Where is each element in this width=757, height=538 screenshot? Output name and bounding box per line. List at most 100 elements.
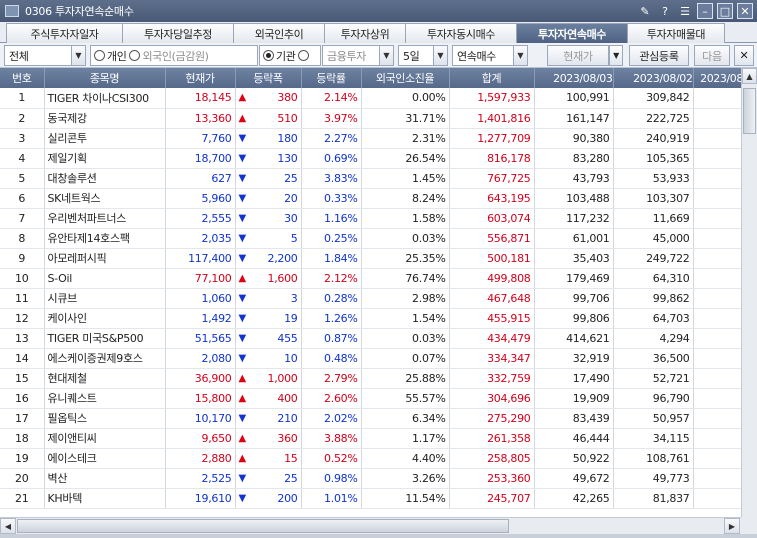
cell-date1: 43,793 [534,168,614,189]
tab-foreign-trend[interactable]: 외국인추이 [233,23,325,43]
change-value: 15 [284,451,298,465]
cell-rate: 0.98% [301,468,362,489]
pin-icon[interactable]: ✎ [637,3,653,19]
table-row[interactable]: 13 TIGER 미국S&P500 51,565 ▼ 455 0.87% 0.03% 434,… [0,328,741,349]
header-col-date1[interactable]: 2023/08/03 [534,68,614,88]
cell-total: 304,696 [449,388,535,409]
radio-institution[interactable] [263,50,274,61]
cell-no: 17 [0,408,45,429]
header-col-date2[interactable]: 2023/08/02 [613,68,694,88]
mode-select[interactable]: 연속매수 ▼ [452,45,528,66]
down-arrow-icon: ▼ [238,292,247,304]
down-arrow-icon: ▼ [238,212,247,224]
tab-investor-daily[interactable]: 주식투자자일자 [6,23,123,43]
tab-investor-today-estimate[interactable]: 투자자당일추정 [122,23,234,43]
cell-foreign-ratio: 8.24% [361,188,450,209]
change-value: 1,600 [267,271,298,285]
cell-date3: 31 [693,148,741,169]
cell-date3: 6 [693,428,741,449]
help-icon[interactable]: ? [657,3,673,19]
table-row[interactable]: 8 유안타제14호스팩 2,035 ▼ 5 0.25% 0.03% 556,871 61,001… [0,228,741,249]
tab-investor-volume-profile[interactable]: 투자자매물대 [627,23,725,43]
cell-total: 767,725 [449,168,535,189]
next-button[interactable]: 다음 [694,45,730,66]
institution-type-select[interactable]: 금융투자 ▼ [322,45,394,66]
table-row[interactable]: 21 KH바텍 19,610 ▼ 200 1.01% 11.54% 245,707 42,265… [0,488,741,509]
cell-change: ▲ 360 [235,428,302,449]
cell-rate: 3.83% [301,168,362,189]
scroll-right-icon[interactable]: ▶ [724,518,740,534]
cell-total: 332,759 [449,368,535,389]
cell-name: 유안타제14호스팩 [44,228,166,249]
table-row[interactable]: 1 TIGER 차이나CSI300 18,145 ▲ 380 2.14% 0.00% 1,59… [0,88,741,109]
table-row[interactable]: 10 S-Oil 77,100 ▲ 1,600 2.12% 76.74% 499,808 179… [0,268,741,289]
maximize-icon[interactable]: □ [717,3,733,19]
table-row[interactable]: 17 필옵틱스 10,170 ▼ 210 2.02% 6.34% 275,290 83,439 5… [0,408,741,429]
table-row[interactable]: 2 동국제강 13,360 ▲ 510 3.97% 31.71% 1,401,816 161,1… [0,108,741,129]
header-col-no[interactable]: 번호 [0,68,45,88]
tab-investor-consecutive-buy[interactable]: 투자자연속매수 [516,23,628,43]
cell-foreign-ratio: 1.54% [361,308,450,329]
header-col-name[interactable]: 종목명 [44,68,166,88]
close-icon[interactable]: ✕ [737,3,753,19]
cell-price: 2,035 [165,228,236,249]
table-row[interactable]: 5 대창솔루션 627 ▼ 25 3.83% 1.45% 767,725 43,793 53,93… [0,168,741,189]
cell-date3 [693,328,741,349]
minimize-icon[interactable]: – [697,3,713,19]
cell-total: 1,401,816 [449,108,535,129]
watchlist-add-button[interactable]: 관심등록 [629,45,689,66]
price-dropdown-button[interactable]: ▼ [609,45,623,66]
up-arrow-icon: ▲ [238,392,247,404]
table-row[interactable]: 20 벽산 2,525 ▼ 25 0.98% 3.26% 253,360 49,672 49,77… [0,468,741,489]
menu-icon[interactable]: ☰ [677,3,693,19]
cell-total: 245,707 [449,488,535,509]
radio-individual[interactable] [94,50,105,61]
table-row[interactable]: 9 아모레퍼시픽 117,400 ▼ 2,200 1.84% 25.35% 500,181 35… [0,248,741,269]
radio-foreign[interactable] [129,50,141,61]
vertical-scrollbar[interactable]: ▲ [741,68,757,517]
down-arrow-icon: ▼ [238,172,247,184]
header-col-rate[interactable]: 등락률 [301,68,362,88]
table-row[interactable]: 18 제이앤티씨 9,650 ▲ 360 3.88% 1.17% 261,358 46,444 3… [0,428,741,449]
tab-investor-top[interactable]: 투자자상위 [324,23,406,43]
cell-date3: 4 [693,208,741,229]
chevron-down-icon: ▼ [71,46,85,65]
cell-date3: 13 [693,188,741,209]
table-row[interactable]: 14 에스케이증권제9호스 2,080 ▼ 10 0.48% 0.07% 334,347 32,… [0,348,741,369]
cell-rate: 0.25% [301,228,362,249]
current-price-button[interactable]: 현재가 [547,45,609,66]
cell-name: 에스케이증권제9호스 [44,348,166,369]
header-col-total[interactable]: 합계 [449,68,535,88]
table-row[interactable]: 6 SK네트웍스 5,960 ▼ 20 0.33% 8.24% 643,195 103,488 1… [0,188,741,209]
table-row[interactable]: 12 케이사인 1,492 ▼ 19 1.26% 1.54% 455,915 99,806 64,… [0,308,741,329]
cell-rate: 0.52% [301,448,362,469]
cell-foreign-ratio: 4.40% [361,448,450,469]
table-row[interactable]: 3 실리콘투 7,760 ▼ 180 2.27% 2.31% 1,277,709 90,380 2… [0,128,741,149]
tab-investor-simultaneous-buy[interactable]: 투자자동시매수 [405,23,517,43]
cell-no: 10 [0,268,45,289]
cell-date3: 3 [693,448,741,469]
radio-institution-type[interactable] [298,50,310,61]
header-col-change[interactable]: 등락폭 [235,68,302,88]
header-col-price[interactable]: 현재가 [165,68,236,88]
scroll-left-icon[interactable]: ◀ [0,518,16,534]
horizontal-scrollbar[interactable]: ◀ ▶ [0,517,741,534]
market-select[interactable]: 전체 ▼ [4,45,86,66]
table-row[interactable]: 7 우리벤처파트너스 2,555 ▼ 30 1.16% 1.58% 603,074 117,23… [0,208,741,229]
table-row[interactable]: 4 제일기획 18,700 ▼ 130 0.69% 26.54% 816,178 83,280 1… [0,148,741,169]
period-select[interactable]: 5일 ▼ [398,45,448,66]
cell-total: 434,479 [449,328,535,349]
cell-price: 51,565 [165,328,236,349]
header-col-date3[interactable]: 2023/08/01 [693,68,741,88]
table-row[interactable]: 15 현대제철 36,900 ▲ 1,000 2.79% 25.88% 332,759 17,4… [0,368,741,389]
table-row[interactable]: 19 에이스테크 2,880 ▲ 15 0.52% 4.40% 258,805 50,922 10… [0,448,741,469]
table-row[interactable]: 16 유니퀘스트 15,800 ▲ 400 2.60% 55.57% 304,696 19,90… [0,388,741,409]
header-col-foreign-ratio[interactable]: 외국인소진율 [361,68,450,88]
table-row[interactable]: 11 시큐브 1,060 ▼ 3 0.28% 2.98% 467,648 99,706 99,86… [0,288,741,309]
cell-date3: 4 [693,408,741,429]
scroll-up-icon[interactable]: ▲ [742,68,757,84]
vertical-scroll-thumb[interactable] [743,88,756,134]
cell-name: 실리콘투 [44,128,166,149]
horizontal-scroll-thumb[interactable] [17,519,509,533]
expand-icon[interactable]: ✕ [734,45,754,66]
